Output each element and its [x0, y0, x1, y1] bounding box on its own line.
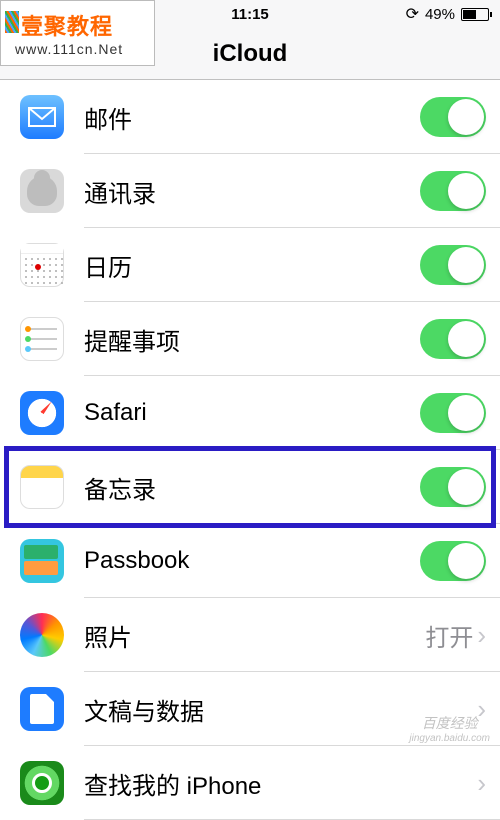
watermark-stripes-icon [5, 11, 19, 33]
mail-icon [20, 95, 64, 139]
chevron-right-icon: › [477, 620, 486, 651]
toggle-calendar[interactable] [420, 245, 486, 285]
watermark-site-badge: 壹聚教程 www.111cn.Net [0, 0, 155, 66]
toggle-contacts[interactable] [420, 171, 486, 211]
photos-icon [20, 613, 64, 657]
toggle-passbook[interactable] [420, 541, 486, 581]
row-contacts[interactable]: 通讯录 [0, 154, 500, 228]
row-label: Safari [84, 399, 420, 427]
row-label: 通讯录 [84, 174, 420, 209]
row-label: 提醒事项 [84, 322, 420, 357]
calendar-icon [20, 243, 64, 287]
toggle-safari[interactable] [420, 393, 486, 433]
row-label: 备忘录 [84, 470, 420, 505]
watermark-br-bottom: jingyan.baidu.com [409, 733, 490, 744]
row-reminders[interactable]: 提醒事项 [0, 302, 500, 376]
row-label: 照片 [84, 618, 425, 653]
toggle-reminders[interactable] [420, 319, 486, 359]
documents-icon [20, 687, 64, 731]
settings-list: 邮件 通讯录 日历 提醒事项 Safari 备忘录 Passbook 照片 打开… [0, 80, 500, 820]
passbook-icon [20, 539, 64, 583]
row-findmyiphone[interactable]: 查找我的 iPhone › [0, 746, 500, 820]
findmy-icon [20, 761, 64, 805]
row-photos[interactable]: 照片 打开 › [0, 598, 500, 672]
safari-icon [20, 391, 64, 435]
status-right: ⟳ 49% [406, 4, 492, 24]
reminders-icon [20, 317, 64, 361]
page-title: iCloud [213, 40, 288, 68]
row-calendar[interactable]: 日历 [0, 228, 500, 302]
toggle-notes[interactable] [420, 467, 486, 507]
battery-fill [463, 10, 476, 19]
battery-icon [461, 8, 492, 21]
row-mail[interactable]: 邮件 [0, 80, 500, 154]
row-safari[interactable]: Safari [0, 376, 500, 450]
toggle-mail[interactable] [420, 97, 486, 137]
row-label: 邮件 [84, 100, 420, 135]
chevron-right-icon: › [477, 768, 486, 799]
watermark-br-top: 百度经验 [409, 713, 490, 733]
row-label: 日历 [84, 248, 420, 283]
contacts-icon [20, 169, 64, 213]
watermark-url: www.111cn.Net [15, 41, 154, 57]
status-time: 11:15 [231, 6, 269, 23]
row-label: Passbook [84, 547, 420, 575]
battery-percent: 49% [425, 6, 455, 23]
row-passbook[interactable]: Passbook [0, 524, 500, 598]
row-notes[interactable]: 备忘录 [0, 450, 500, 524]
row-label: 查找我的 iPhone [84, 766, 477, 801]
orientation-lock-icon: ⟳ [406, 4, 419, 24]
watermark-title: 壹聚教程 [21, 1, 154, 41]
watermark-baidu: 百度经验 jingyan.baidu.com [409, 713, 490, 744]
notes-icon [20, 465, 64, 509]
row-detail: 打开 [425, 618, 473, 653]
